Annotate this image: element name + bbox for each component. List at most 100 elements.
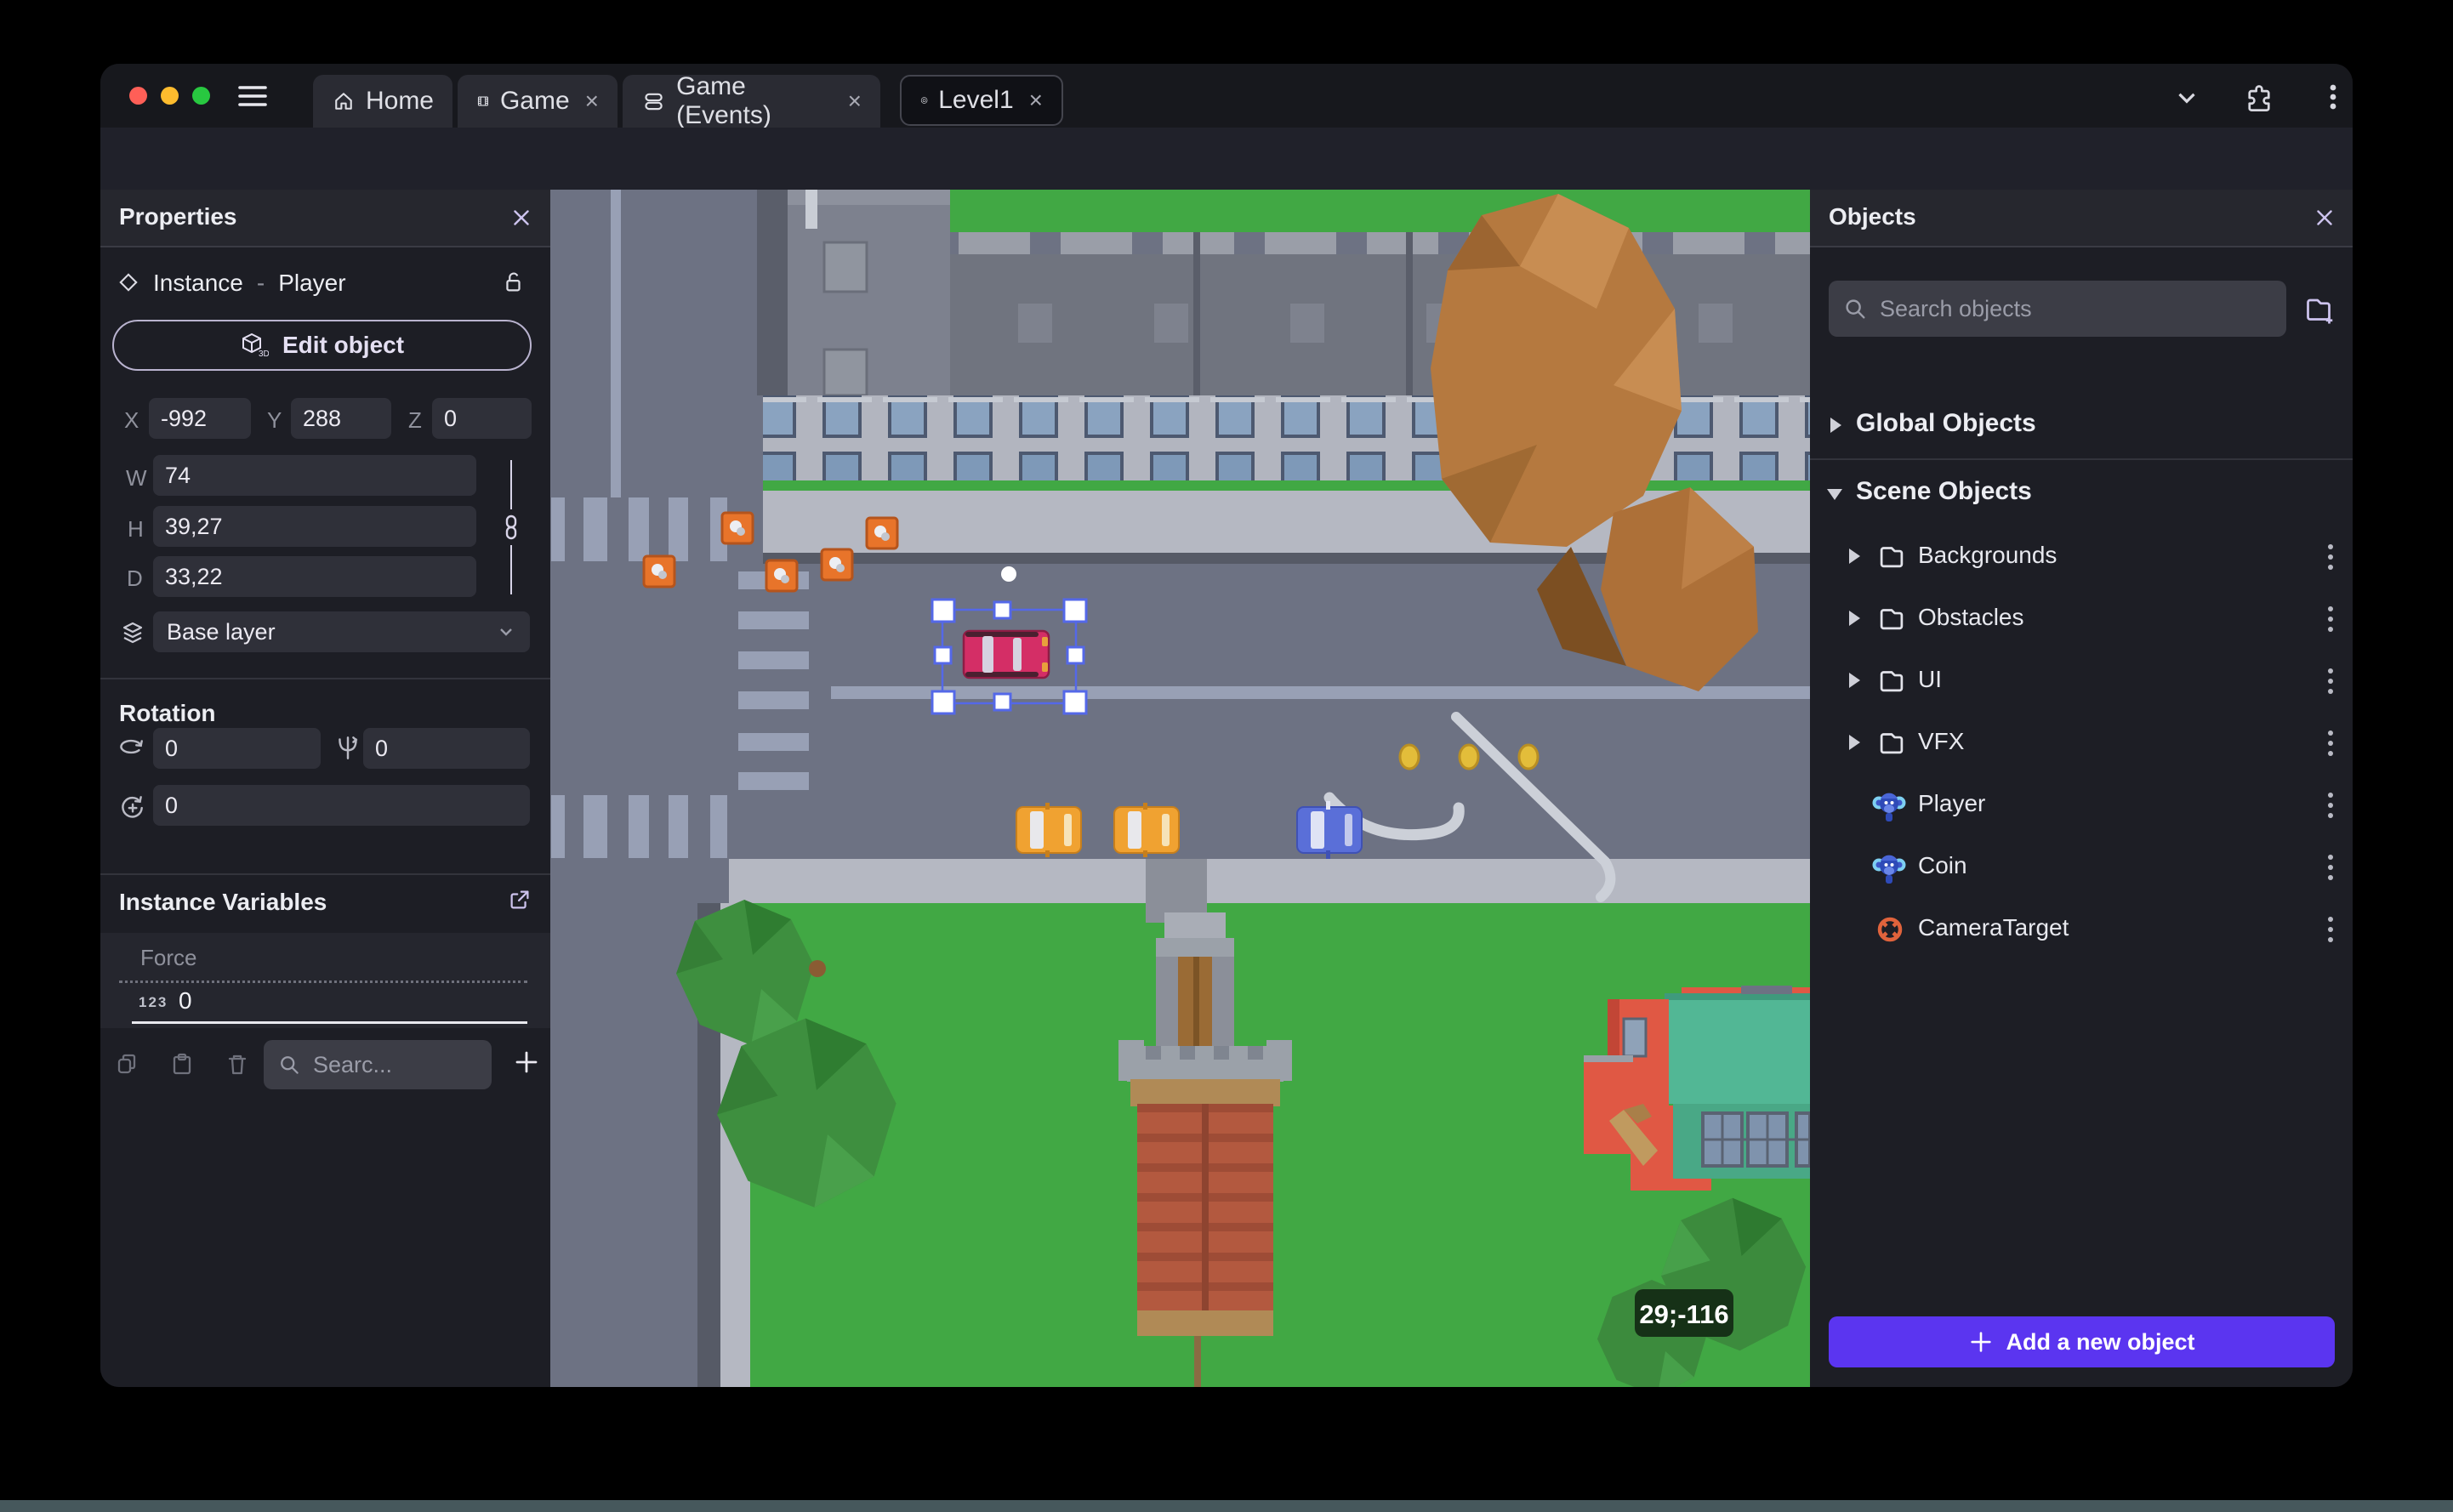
object-label: CameraTarget bbox=[1918, 914, 2069, 941]
tab-game-events[interactable]: Game (Events) × bbox=[623, 72, 880, 129]
d-field[interactable] bbox=[153, 556, 476, 597]
add-new-object-button[interactable]: Add a new object bbox=[1829, 1316, 2335, 1367]
edit-object-button[interactable]: 3D Edit object bbox=[112, 320, 532, 371]
objects-search-input[interactable] bbox=[1878, 294, 2273, 323]
variable-name-underline bbox=[119, 981, 527, 983]
tab-game[interactable]: Game × bbox=[458, 75, 618, 128]
h-field[interactable] bbox=[153, 506, 476, 547]
objects-search[interactable] bbox=[1829, 281, 2286, 337]
yellow-car[interactable] bbox=[1016, 803, 1082, 857]
kebab-menu-icon[interactable] bbox=[2320, 664, 2341, 698]
folder-row-ui[interactable]: UI bbox=[1810, 654, 2353, 708]
tab-home[interactable]: Home bbox=[313, 75, 452, 128]
new-folder-icon[interactable] bbox=[2302, 292, 2336, 326]
traffic-light-minimize[interactable] bbox=[161, 87, 179, 105]
close-icon[interactable] bbox=[2312, 205, 2337, 230]
folder-row-vfx[interactable]: VFX bbox=[1810, 716, 2353, 770]
rotation-y-field[interactable] bbox=[363, 728, 530, 769]
folder-row-backgrounds[interactable]: Backgrounds bbox=[1810, 530, 2353, 584]
tab-close-icon[interactable]: × bbox=[848, 88, 862, 115]
window-kebab-menu-icon[interactable] bbox=[2320, 82, 2346, 111]
grass-top-strip bbox=[925, 190, 1810, 232]
tab-bar: Home Game × Game (Events) × Level1 × bbox=[100, 64, 2353, 129]
unlock-icon[interactable] bbox=[500, 268, 526, 295]
search-icon bbox=[1842, 296, 1868, 321]
kebab-menu-icon[interactable] bbox=[2320, 540, 2341, 574]
main-menu-icon[interactable] bbox=[238, 84, 267, 108]
kebab-menu-icon[interactable] bbox=[2320, 912, 2341, 946]
screenshot-root: Home Game × Game (Events) × Level1 × 29;… bbox=[0, 0, 2453, 1512]
object-row-player[interactable]: Player bbox=[1810, 778, 2353, 833]
variables-search[interactable] bbox=[264, 1040, 492, 1089]
sidewalk-lower bbox=[729, 859, 1810, 903]
w-field[interactable] bbox=[153, 455, 476, 496]
section-label: Scene Objects bbox=[1856, 477, 2032, 505]
x-field[interactable] bbox=[149, 398, 251, 439]
traffic-light-zoom[interactable] bbox=[192, 87, 210, 105]
chevron-right-icon[interactable] bbox=[1830, 418, 1841, 433]
scene-objects-section[interactable]: Scene Objects bbox=[1810, 467, 2353, 521]
extensions-puzzle-icon[interactable] bbox=[2244, 82, 2274, 113]
rotation-x-field[interactable] bbox=[153, 728, 321, 769]
plus-icon bbox=[1968, 1329, 1994, 1355]
external-link-icon[interactable] bbox=[507, 887, 532, 912]
rotation-z-field[interactable] bbox=[153, 785, 530, 826]
instance-diamond-icon bbox=[117, 271, 139, 293]
folder-label: Obstacles bbox=[1918, 604, 2024, 630]
variable-row[interactable]: Force 123 0 bbox=[100, 933, 550, 1028]
svg-text:29;-116: 29;-116 bbox=[1639, 1299, 1728, 1329]
chevron-right-icon[interactable] bbox=[1849, 611, 1860, 626]
tab-level1-active[interactable]: Level1 × bbox=[900, 75, 1063, 126]
paste-icon[interactable] bbox=[168, 1050, 196, 1077]
rotation-handle[interactable] bbox=[1001, 566, 1016, 582]
objects-panel-header: Objects bbox=[1810, 190, 2353, 247]
film-icon bbox=[476, 88, 490, 115]
kebab-menu-icon[interactable] bbox=[2320, 850, 2341, 884]
variable-name[interactable]: Force bbox=[140, 945, 196, 971]
divider bbox=[100, 678, 550, 679]
chevron-right-icon[interactable] bbox=[1849, 673, 1860, 688]
chevron-right-icon[interactable] bbox=[1849, 549, 1860, 564]
window-chevron-down-icon[interactable] bbox=[2172, 82, 2201, 111]
global-objects-section[interactable]: Global Objects bbox=[1810, 399, 2353, 453]
blue-car[interactable] bbox=[1296, 801, 1363, 859]
object-row-coin[interactable]: Coin bbox=[1810, 840, 2353, 895]
cursor-coordinates-badge: 29;-116 bbox=[1635, 1289, 1733, 1337]
object-label: Player bbox=[1918, 790, 1986, 816]
link-line-bottom bbox=[510, 545, 512, 594]
close-icon[interactable] bbox=[509, 205, 534, 230]
kebab-menu-icon[interactable] bbox=[2320, 726, 2341, 760]
x-label: X bbox=[124, 407, 139, 433]
add-variable-icon[interactable] bbox=[513, 1049, 540, 1076]
object-row-camera-target[interactable]: CameraTarget bbox=[1810, 902, 2353, 957]
rotate-y-icon bbox=[333, 732, 362, 763]
toolbar: Preview Share bbox=[100, 128, 2353, 249]
link-chain-icon[interactable] bbox=[500, 514, 522, 540]
h-label: H bbox=[128, 516, 144, 542]
edit-object-3d-icon: 3D bbox=[240, 331, 269, 360]
traffic-light-close[interactable] bbox=[129, 87, 147, 105]
chevron-down-icon bbox=[496, 622, 516, 642]
kebab-menu-icon[interactable] bbox=[2320, 602, 2341, 636]
yellow-car[interactable] bbox=[1113, 803, 1180, 857]
building-tower[interactable] bbox=[757, 190, 950, 397]
properties-panel-header: Properties bbox=[100, 190, 550, 247]
chevron-right-icon[interactable] bbox=[1849, 735, 1860, 750]
variable-value[interactable]: 0 bbox=[179, 987, 192, 1015]
tab-close-icon[interactable]: × bbox=[1029, 87, 1043, 114]
z-field[interactable] bbox=[432, 398, 532, 439]
folder-row-obstacles[interactable]: Obstacles bbox=[1810, 592, 2353, 646]
variable-type-badge: 123 bbox=[139, 994, 168, 1010]
layer-select[interactable]: Base layer bbox=[153, 611, 530, 652]
delete-variable-icon[interactable] bbox=[224, 1050, 251, 1077]
home-icon bbox=[332, 88, 356, 115]
camera-target-icon bbox=[1873, 912, 1907, 946]
tab-close-icon[interactable]: × bbox=[585, 88, 599, 115]
copy-icon[interactable] bbox=[114, 1050, 141, 1077]
y-field[interactable] bbox=[291, 398, 391, 439]
folder-icon bbox=[1875, 664, 1908, 696]
kebab-menu-icon[interactable] bbox=[2320, 788, 2341, 822]
chevron-down-icon[interactable] bbox=[1827, 489, 1842, 500]
scene-canvas[interactable]: 29;-116 bbox=[550, 190, 1810, 1387]
variables-search-input[interactable] bbox=[311, 1050, 478, 1079]
